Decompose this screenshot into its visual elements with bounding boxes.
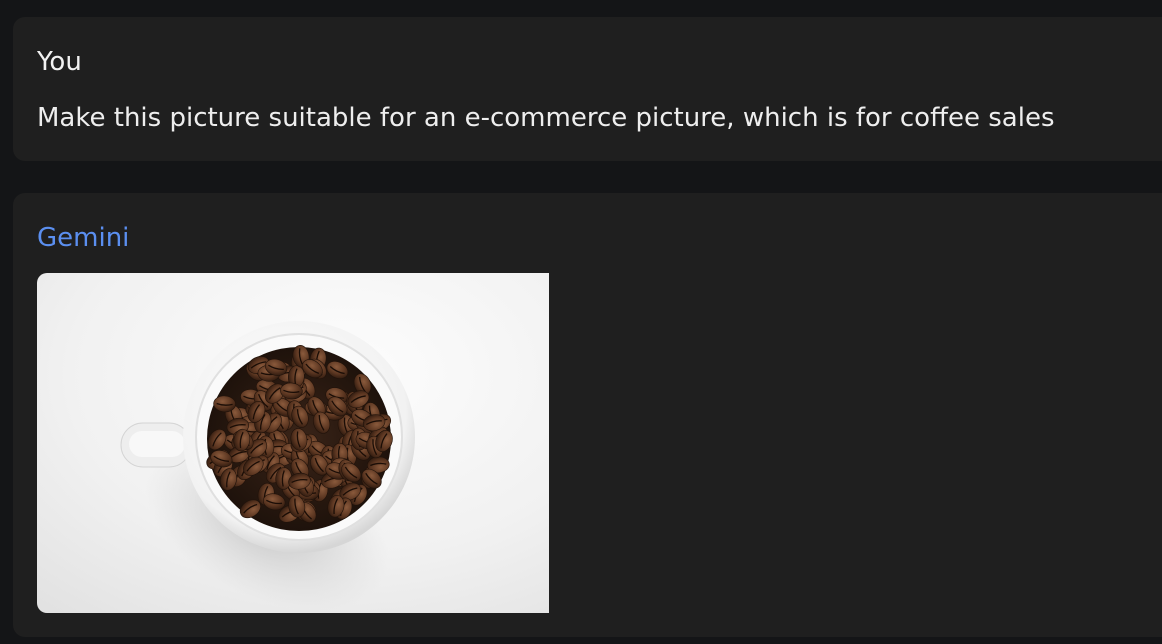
model-response-card: Gemini [13, 193, 1162, 637]
coffee-cup-image [37, 273, 549, 613]
user-message-card: You Make this picture suitable for an e-… [13, 17, 1162, 161]
model-author-label: Gemini [37, 223, 130, 253]
user-author-label: You [37, 47, 82, 77]
chat-view: You Make this picture suitable for an e-… [0, 0, 1162, 644]
generated-coffee-image[interactable] [37, 273, 549, 613]
user-message-text: Make this picture suitable for an e-comm… [37, 103, 1055, 133]
